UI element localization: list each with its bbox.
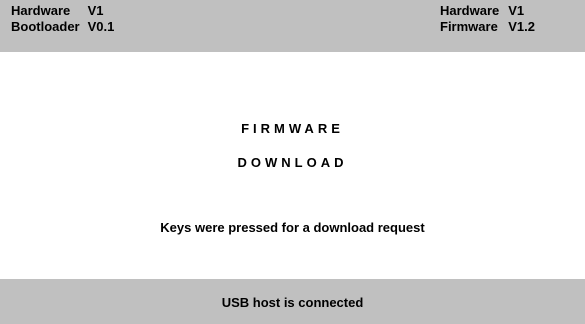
- firmware-label: Firmware: [440, 19, 498, 34]
- hardware-label: Hardware: [440, 3, 500, 18]
- firmware-version-value: V1.2: [508, 19, 535, 34]
- usb-status-text: USB host is connected: [221, 295, 364, 310]
- download-request-message: Keys were pressed for a download request: [160, 220, 425, 235]
- status-bar: USB host is connected: [0, 279, 585, 324]
- firmware-version-info: Hardware V1 Firmware V1.2: [440, 3, 535, 35]
- bootloader-screen: Hardware V1 Bootloader V0.1 Hardware V1 …: [0, 0, 585, 324]
- hardware-version-value: V1: [508, 3, 525, 18]
- bootloader-version-info: Hardware V1 Bootloader V0.1: [11, 3, 114, 35]
- bootloader-label: Bootloader: [11, 19, 80, 34]
- hardware-version-value: V1: [87, 3, 104, 18]
- screen-title-download: DOWNLOAD: [237, 155, 348, 170]
- version-header: Hardware V1 Bootloader V0.1 Hardware V1 …: [0, 0, 585, 52]
- firmware-version-row: Firmware V1.2: [440, 19, 535, 35]
- bootloader-version-value: V0.1: [87, 19, 115, 34]
- bootloader-version-row: Bootloader V0.1: [11, 19, 114, 35]
- hardware-version-row: Hardware V1: [11, 3, 114, 19]
- hardware-label: Hardware: [11, 3, 71, 18]
- hardware-version-row: Hardware V1: [440, 3, 535, 19]
- screen-title-firmware: FIRMWARE: [241, 121, 344, 136]
